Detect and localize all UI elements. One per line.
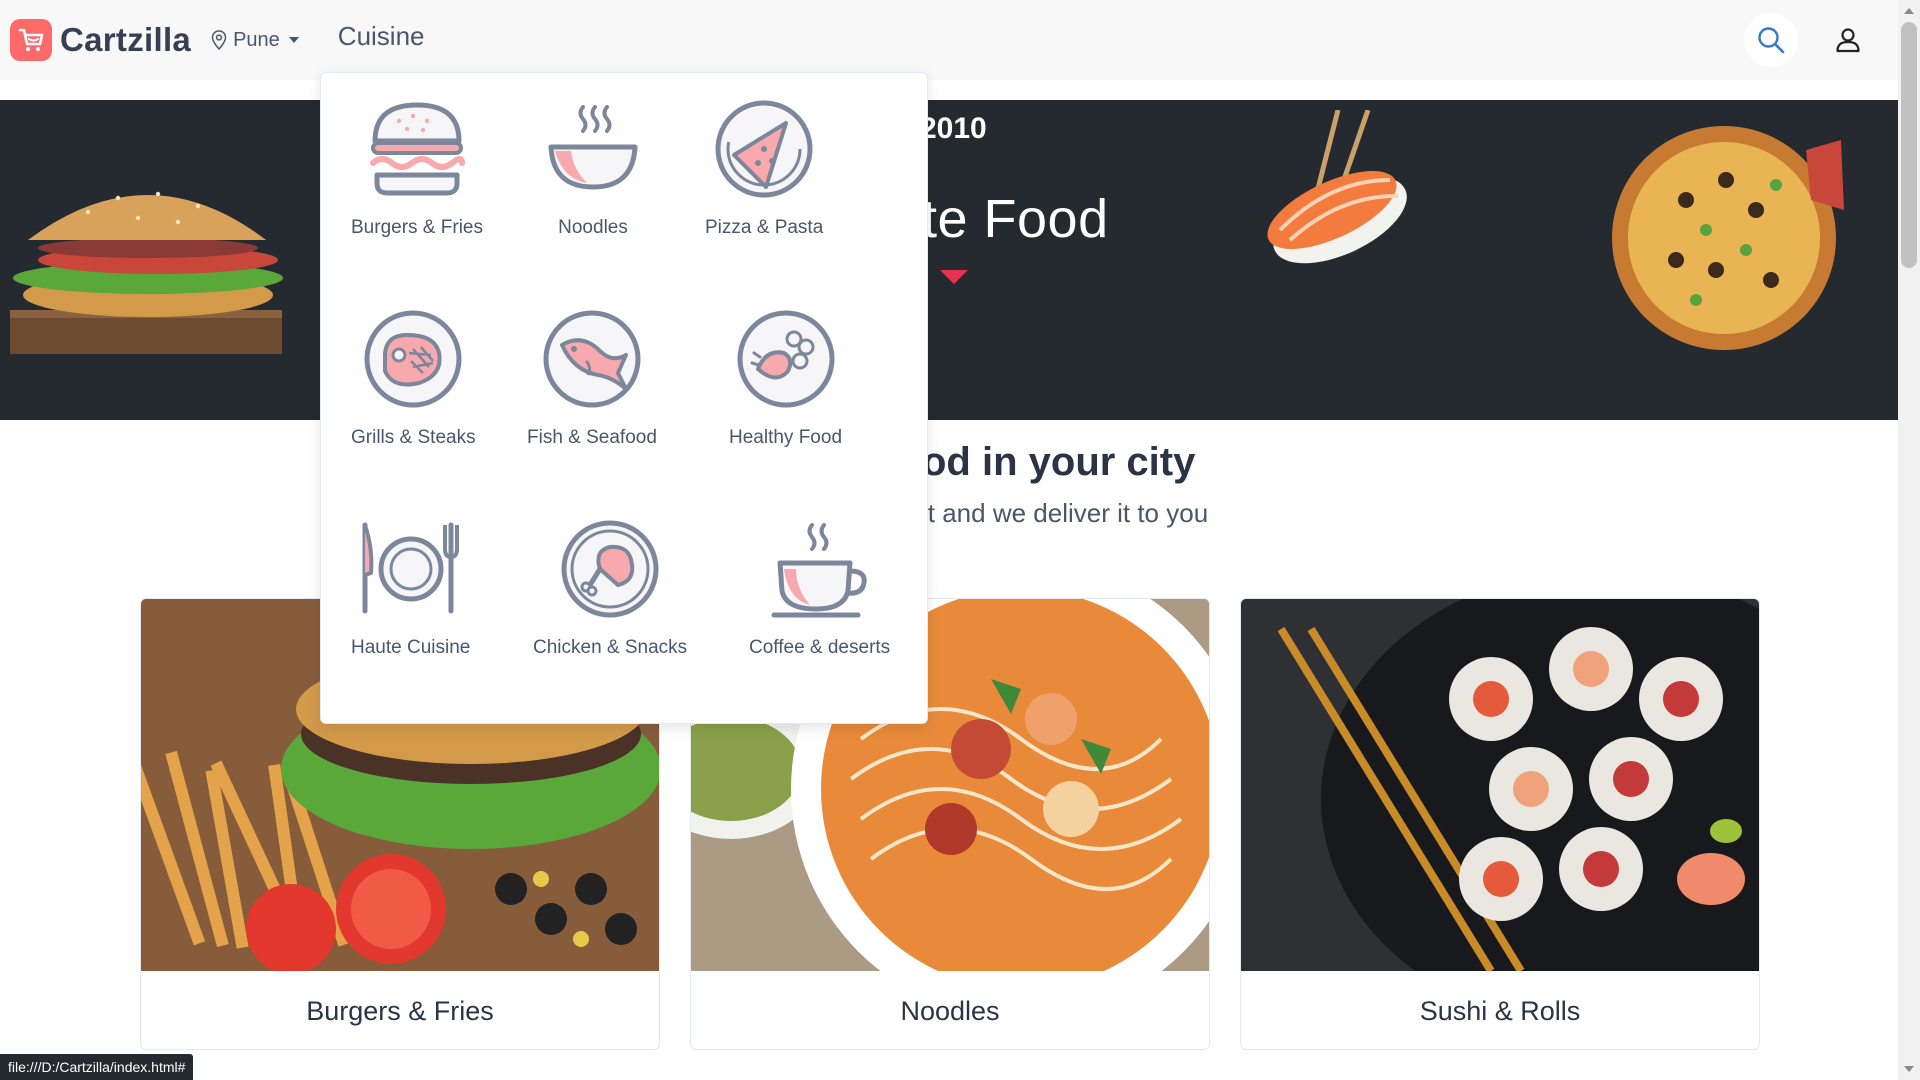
cart-logo-icon: [10, 19, 52, 61]
pizza-icon: [715, 100, 813, 198]
hero-sushi-image: [1267, 110, 1407, 264]
dropdown-item-label: Fish & Seafood: [527, 427, 657, 448]
top-navbar: Cartzilla Pune Cuisine: [0, 0, 1898, 80]
healthy-food-icon: [737, 310, 834, 408]
card-image-sushi: [1241, 599, 1759, 971]
hero-year: 2010: [920, 112, 987, 145]
burger-icon: [369, 102, 465, 196]
scrollbar-thumb[interactable]: [1901, 22, 1917, 268]
search-icon: [1758, 27, 1785, 54]
scroll-up-arrow-icon[interactable]: [1904, 8, 1914, 14]
dropdown-item-coffee-deserts[interactable]: Coffee & deserts: [749, 519, 890, 659]
chicken-leg-icon: [561, 520, 659, 618]
location-dropdown[interactable]: Pune: [211, 29, 300, 52]
card-title: Sushi & Rolls: [1419, 995, 1581, 1026]
location-label: Pune: [233, 28, 280, 51]
hero-banner: 2010 te Food: [0, 100, 1898, 420]
map-pin-icon: [211, 30, 227, 50]
plate-cutlery-icon: [362, 522, 459, 614]
dropdown-item-pizza-pasta[interactable]: Pizza & Pasta: [705, 99, 823, 239]
dropdown-item-label: Healthy Food: [729, 427, 843, 448]
noodles-bowl-icon: [548, 105, 638, 190]
section-title: od in your city: [922, 440, 1196, 484]
dropdown-item-haute-cuisine[interactable]: Haute Cuisine: [351, 519, 470, 659]
dropdown-item-label: Chicken & Snacks: [533, 637, 688, 658]
page-scrollbar[interactable]: [1898, 0, 1920, 1080]
dropdown-item-label: Pizza & Pasta: [705, 217, 824, 238]
caret-down-icon: [288, 37, 299, 43]
section-subtitle: it and we deliver it to you: [922, 498, 1209, 528]
browser-status-bar: file:///D:/Cartzilla/index.html#: [0, 1054, 194, 1080]
user-icon: [1836, 28, 1860, 53]
category-card-sushi[interactable]: Sushi & Rolls: [1240, 598, 1760, 1050]
hero-burger-image: [10, 191, 283, 354]
card-title: Burgers & Fries: [306, 995, 494, 1026]
dropdown-item-label: Haute Cuisine: [351, 637, 471, 658]
steak-icon: [364, 310, 462, 408]
account-button[interactable]: [1828, 20, 1868, 60]
dropdown-item-label: Burgers & Fries: [351, 217, 483, 238]
dropdown-item-burgers-fries[interactable]: Burgers & Fries: [351, 99, 483, 239]
dropdown-item-grills-steaks[interactable]: Grills & Steaks: [351, 309, 476, 449]
hero-pizza-image: [1612, 126, 1844, 350]
cuisine-dropdown-menu: Burgers & Fries Noodles Pizza & Pasta Gr…: [320, 72, 928, 724]
dropdown-item-chicken-snacks[interactable]: Chicken & Snacks: [533, 519, 687, 659]
fish-icon: [543, 310, 641, 408]
scroll-down-arrow-icon[interactable]: [1904, 1066, 1914, 1072]
hero-title: te Food: [922, 189, 1109, 249]
dropdown-item-noodles[interactable]: Noodles: [543, 99, 643, 239]
navbar-actions: [1744, 0, 1898, 80]
dropdown-item-label: Noodles: [558, 217, 628, 238]
hero-caret-decoration: [940, 270, 968, 284]
dropdown-item-fish-seafood[interactable]: Fish & Seafood: [527, 309, 657, 449]
brand-link[interactable]: Cartzilla: [10, 19, 191, 61]
dropdown-item-healthy-food[interactable]: Healthy Food: [729, 309, 842, 449]
dropdown-item-label: Coffee & deserts: [749, 637, 891, 658]
search-button[interactable]: [1744, 13, 1798, 67]
brand-name: Cartzilla: [60, 21, 192, 58]
nav-cuisine-menu[interactable]: Cuisine: [338, 21, 425, 52]
coffee-cup-icon: [771, 523, 867, 618]
dropdown-item-label: Grills & Steaks: [351, 427, 476, 448]
card-title: Noodles: [900, 995, 1000, 1026]
